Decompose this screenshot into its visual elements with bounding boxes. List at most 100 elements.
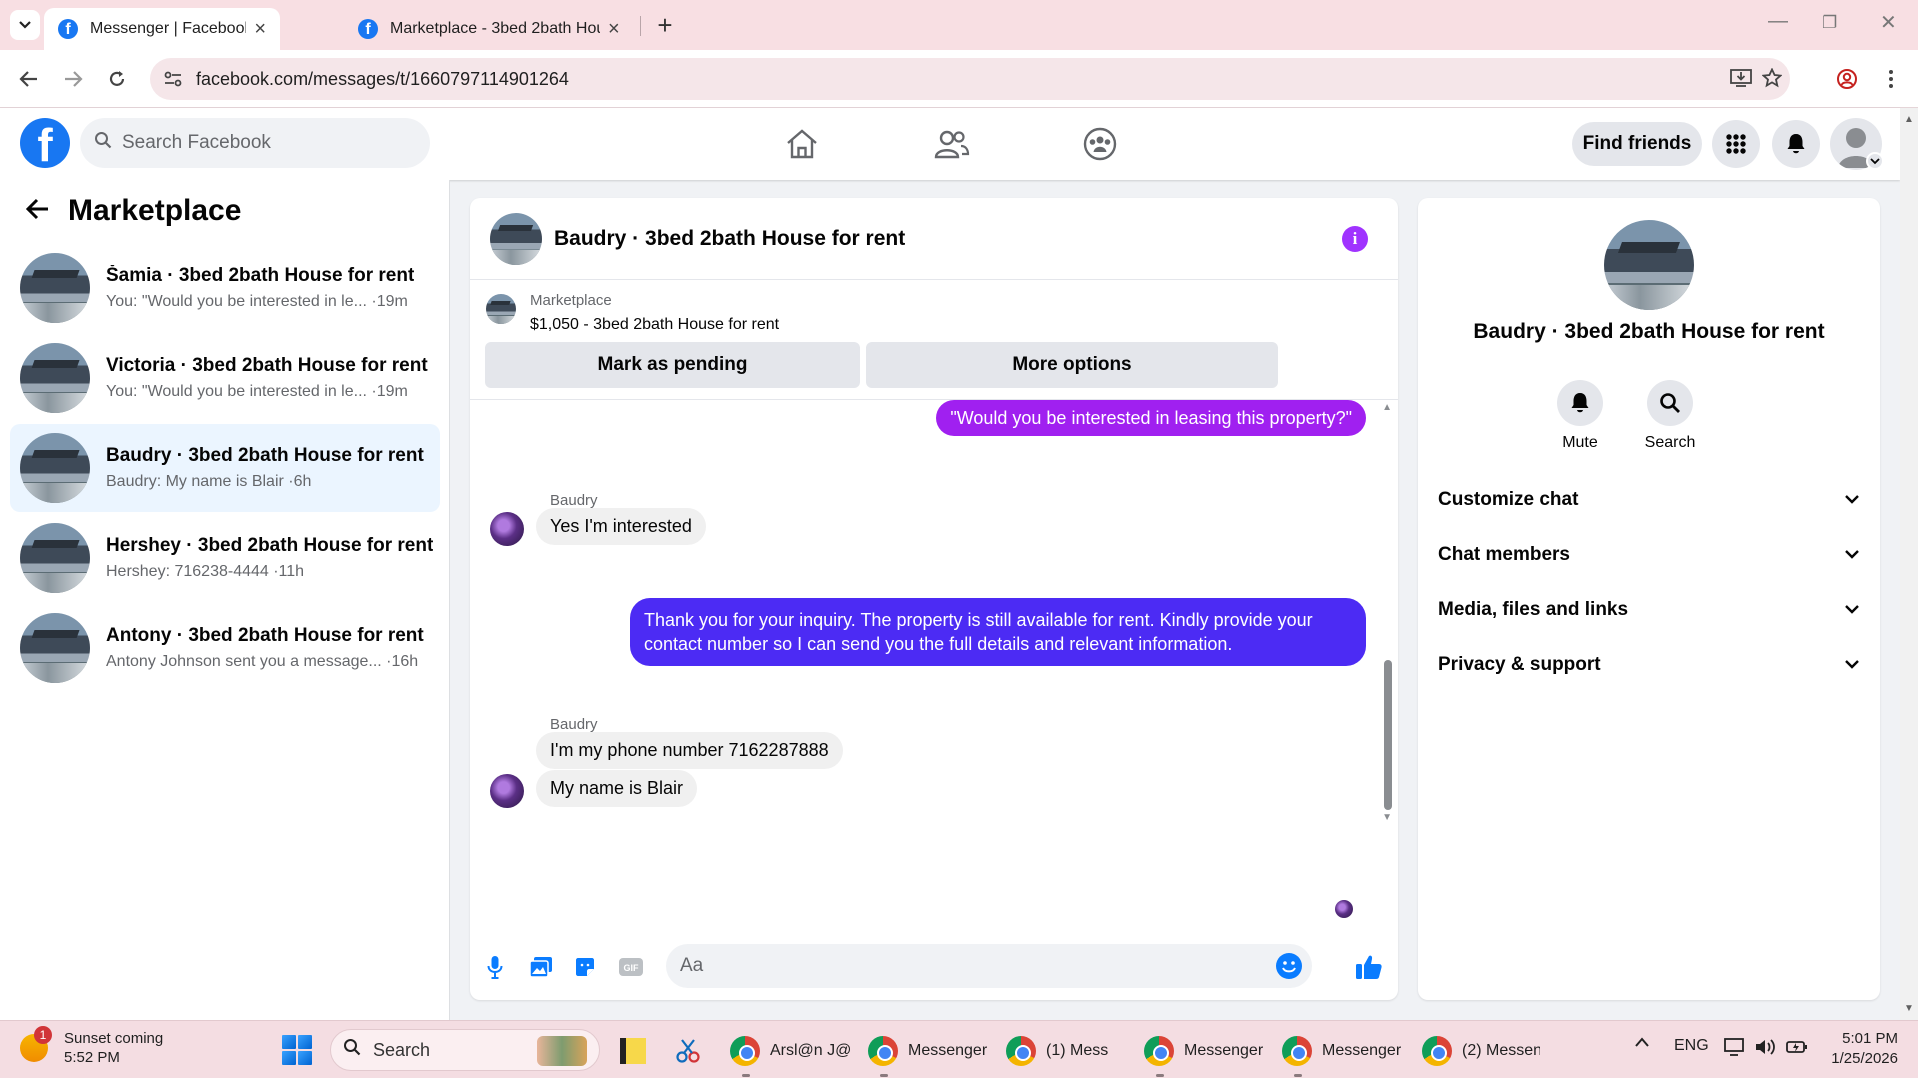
- customize-chat-section[interactable]: Customize chat: [1438, 480, 1860, 520]
- facebook-search-input[interactable]: [122, 132, 392, 154]
- taskbar-app-chrome-6[interactable]: (2) Messenger: [1422, 1035, 1540, 1067]
- network-icon[interactable]: [1724, 1037, 1746, 1062]
- scroll-up-arrow-icon[interactable]: ▲: [1382, 402, 1392, 413]
- scroll-down-arrow-icon[interactable]: ▼: [1904, 1003, 1914, 1014]
- gif-icon[interactable]: GIF: [616, 952, 646, 982]
- minimize-button[interactable]: —: [1768, 10, 1788, 33]
- chrome-icon: [1144, 1036, 1174, 1066]
- tab-messenger[interactable]: f Messenger | Facebook ×: [44, 8, 280, 50]
- language-indicator[interactable]: ENG: [1674, 1037, 1709, 1055]
- taskbar-app-label: Arsl@n J@: [770, 1042, 852, 1059]
- system-clock[interactable]: 5:01 PM 1/25/2026: [1822, 1029, 1898, 1069]
- conversation-item-baudry[interactable]: Baudry · 3bed 2bath House for rent Baudr…: [10, 424, 440, 512]
- install-app-icon[interactable]: [1730, 68, 1752, 94]
- mark-as-pending-button[interactable]: Mark as pending: [485, 342, 860, 388]
- tab-close-icon[interactable]: ×: [608, 18, 620, 41]
- back-arrow-icon[interactable]: [25, 194, 50, 228]
- show-hidden-icons-chevron-icon[interactable]: [1634, 1035, 1650, 1053]
- profile-avatar-icon[interactable]: [1832, 64, 1862, 94]
- conversation-name: Victoria · 3bed 2bath House for rent: [106, 355, 428, 376]
- conversation-snippet: Antony Johnson sent you a message... ·16…: [106, 653, 419, 670]
- facebook-search-box[interactable]: [80, 118, 430, 168]
- reload-button[interactable]: [102, 64, 132, 94]
- scroll-down-arrow-icon[interactable]: ▼: [1382, 812, 1392, 823]
- volume-icon[interactable]: [1754, 1037, 1776, 1062]
- message-list[interactable]: "Would you be interested in leasing this…: [470, 400, 1398, 928]
- marketplace-header: Marketplace: [25, 194, 241, 228]
- photo-attach-icon[interactable]: [526, 952, 556, 982]
- listing-thumbnail[interactable]: [486, 294, 516, 324]
- site-settings-icon[interactable]: [162, 68, 184, 90]
- privacy-support-section[interactable]: Privacy & support: [1438, 645, 1860, 685]
- search-action[interactable]: Search: [1630, 380, 1710, 452]
- taskbar-app-chrome-2[interactable]: Messenger: [868, 1035, 987, 1077]
- conversation-item-antony[interactable]: Antony · 3bed 2bath House for rent Anton…: [10, 604, 440, 692]
- chat-members-section[interactable]: Chat members: [1438, 535, 1860, 575]
- chat-title[interactable]: Baudry · 3bed 2bath House for rent: [554, 227, 905, 251]
- message-bubble-outgoing[interactable]: Thank you for your inquiry. The property…: [630, 598, 1366, 666]
- message-bubble-incoming[interactable]: My name is Blair: [536, 770, 698, 807]
- thumbs-up-icon[interactable]: [1354, 952, 1384, 982]
- info-icon[interactable]: i: [1342, 226, 1368, 252]
- friends-nav-icon[interactable]: [930, 122, 974, 166]
- snipping-tool-app-icon[interactable]: [674, 1035, 702, 1067]
- more-options-button[interactable]: More options: [866, 342, 1278, 388]
- listing-thumbnail: [20, 523, 90, 593]
- account-chevron-icon[interactable]: [1866, 152, 1884, 170]
- groups-nav-icon[interactable]: [1078, 122, 1122, 166]
- sender-avatar[interactable]: [490, 512, 524, 546]
- search-icon[interactable]: [1647, 380, 1693, 426]
- taskbar-app-chrome-4[interactable]: Messenger: [1144, 1035, 1263, 1077]
- back-arrow-icon: [19, 71, 37, 87]
- back-button[interactable]: [14, 64, 44, 94]
- conversation-item-samia[interactable]: Šamia · 3bed 2bath House for rent You: "…: [10, 244, 440, 332]
- sender-avatar[interactable]: [490, 774, 524, 808]
- taskbar-search[interactable]: Search: [330, 1029, 600, 1071]
- conversation-item-hershey[interactable]: Hershey · 3bed 2bath House for rent Hers…: [10, 514, 440, 602]
- mute-action[interactable]: Mute: [1540, 380, 1620, 452]
- message-input[interactable]: [680, 955, 1240, 977]
- listing-avatar-large[interactable]: [1604, 220, 1694, 310]
- bookmark-star-icon[interactable]: [1761, 67, 1783, 94]
- mute-bell-icon[interactable]: [1557, 380, 1603, 426]
- omnibox[interactable]: facebook.com/messages/t/1660797114901264: [150, 58, 1790, 100]
- media-files-links-section[interactable]: Media, files and links: [1438, 590, 1860, 630]
- message-bubble-incoming[interactable]: I'm my phone number 7162287888: [536, 732, 843, 769]
- conversation-item-victoria[interactable]: Victoria · 3bed 2bath House for rent You…: [10, 334, 440, 422]
- notifications-button[interactable]: [1772, 120, 1820, 168]
- close-window-button[interactable]: ✕: [1880, 10, 1897, 35]
- taskbar-app-chrome-5[interactable]: Messenger: [1282, 1035, 1401, 1077]
- tab-search-dropdown-button[interactable]: [10, 10, 40, 40]
- chat-listing-avatar[interactable]: [490, 212, 542, 265]
- facebook-logo-icon[interactable]: f: [20, 118, 70, 168]
- windows-start-icon[interactable]: [282, 1035, 312, 1065]
- emoji-icon[interactable]: [1276, 953, 1302, 979]
- find-friends-button[interactable]: Find friends: [1572, 122, 1702, 166]
- restore-button[interactable]: ❐: [1822, 13, 1837, 33]
- sticky-notes-app-icon[interactable]: [620, 1035, 646, 1067]
- page-scrollbar[interactable]: ▲ ▼: [1900, 108, 1918, 1020]
- url-text[interactable]: facebook.com/messages/t/1660797114901264: [196, 69, 569, 90]
- listing-price[interactable]: $1,050 - 3bed 2bath House for rent: [530, 316, 779, 334]
- message-input-box[interactable]: [666, 944, 1312, 988]
- chrome-icon: [1006, 1036, 1036, 1066]
- message-bubble-incoming[interactable]: Yes I'm interested: [536, 508, 706, 545]
- windows-taskbar: 1 Sunset coming 5:52 PM Search Arsl@n J@…: [0, 1020, 1918, 1078]
- scroll-up-arrow-icon[interactable]: ▲: [1904, 114, 1914, 125]
- message-bubble-outgoing[interactable]: "Would you be interested in leasing this…: [936, 400, 1366, 436]
- taskbar-app-chrome-3[interactable]: (1) Messenger: [1006, 1035, 1108, 1067]
- weather-widget[interactable]: 1 Sunset coming 5:52 PM: [20, 1026, 163, 1067]
- menu-grid-button[interactable]: [1712, 120, 1760, 168]
- browser-menu-icon[interactable]: [1876, 64, 1906, 94]
- new-tab-button[interactable]: +: [650, 10, 680, 40]
- chat-scrollbar-thumb[interactable]: [1384, 660, 1392, 810]
- home-nav-icon[interactable]: [780, 122, 824, 166]
- forward-button[interactable]: [58, 64, 88, 94]
- taskbar-app-chrome-1[interactable]: Arsl@n J@: [730, 1035, 852, 1077]
- battery-icon[interactable]: [1786, 1037, 1808, 1062]
- conversation-name: Šamia · 3bed 2bath House for rent: [106, 265, 415, 286]
- sticker-icon[interactable]: [570, 952, 600, 982]
- microphone-icon[interactable]: [480, 952, 510, 982]
- tab-marketplace[interactable]: f Marketplace - 3bed 2bath House for ren…: [344, 8, 634, 50]
- tab-close-icon[interactable]: ×: [254, 18, 266, 41]
